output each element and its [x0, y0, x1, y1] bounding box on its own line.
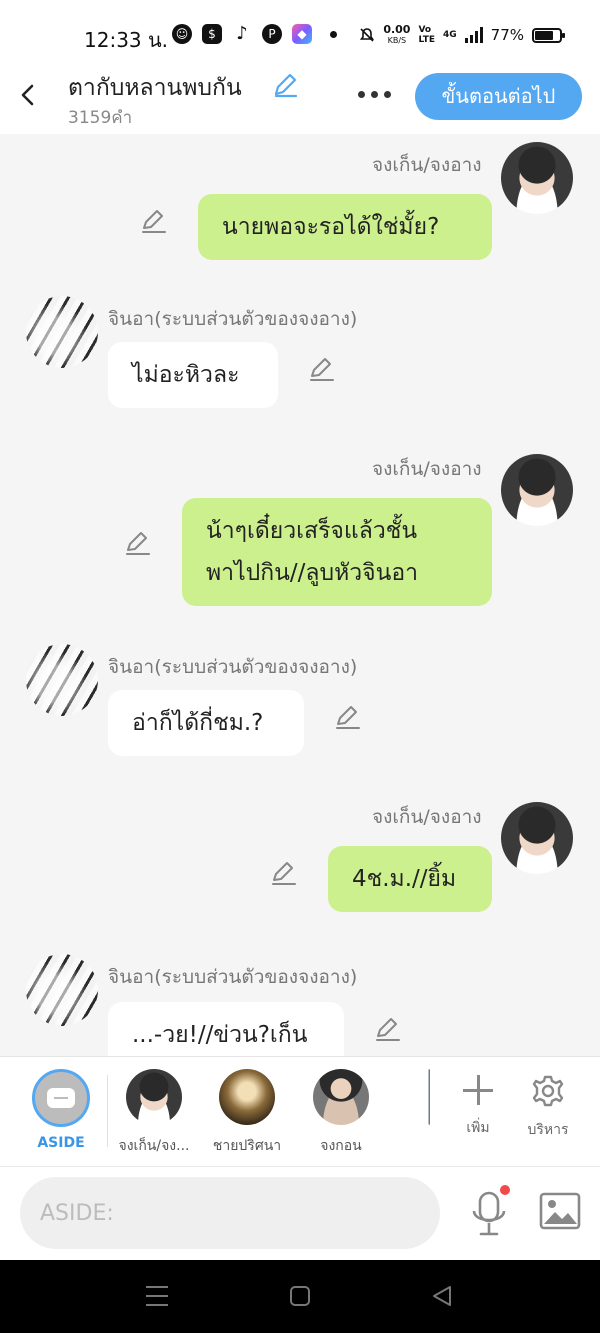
aside-chat-icon	[47, 1088, 75, 1108]
message-text: อ่าก็ได้กี่ชม.?	[132, 710, 264, 736]
sender-name: จินอา(ระบบส่วนตัวของจงอาง)	[108, 966, 358, 988]
character-item[interactable]: จงกอน	[313, 1069, 369, 1154]
more-options-icon[interactable]	[354, 82, 394, 106]
system-nav-bar	[0, 1260, 600, 1333]
edit-title-pencil-icon[interactable]	[270, 70, 300, 100]
battery-icon	[532, 27, 565, 43]
shopee-icon: $	[202, 24, 222, 44]
volte-indicator: Vo LTE	[418, 25, 435, 45]
line-app-icon: ☺	[172, 24, 192, 44]
message-bubble[interactable]: ไม่อะหิวละ	[108, 342, 278, 408]
message-bubble[interactable]: นายพอจะรอได้ใช่มั้ย?	[198, 194, 492, 260]
tiktok-icon: ♪	[232, 24, 252, 44]
microphone-icon[interactable]	[466, 1189, 512, 1239]
image-upload-icon[interactable]	[538, 1191, 582, 1231]
message-bubble[interactable]: ...-วย!//ข่วน?เก็น	[108, 1002, 344, 1056]
recent-apps-icon[interactable]	[146, 1286, 168, 1306]
aside-label: ASIDE	[37, 1135, 85, 1151]
sender-name: จงเก็น/จงอาง	[372, 806, 482, 828]
character-avatar	[126, 1069, 182, 1125]
notification-icons: ☺ $ ♪ P ◆	[172, 24, 337, 44]
next-step-button[interactable]: ขั้นตอนต่อไป	[415, 73, 582, 120]
message-text: นายพอจะรอได้ใช่มั้ย?	[222, 214, 440, 240]
edit-message-pencil-icon[interactable]	[124, 530, 152, 558]
character-label: จงเก็น/จง...	[118, 1138, 190, 1154]
home-icon[interactable]	[290, 1286, 310, 1306]
aside-character-button[interactable]	[32, 1069, 90, 1127]
message-text: ...-วย!//ข่วน?เก็น	[132, 1022, 308, 1048]
character-item[interactable]: จุ	[406, 1069, 430, 1125]
more-notifications-dot-icon	[330, 30, 337, 38]
edit-message-pencil-icon[interactable]	[374, 1016, 402, 1044]
message-bubble[interactable]: น้าๆเดี๋ยวเสร็จแล้วชั้นพาไปกิน//ลูบหัวจิ…	[182, 498, 492, 606]
chat-message: จินอา(ระบบส่วนตัวของจงอาง) อ่าก็ได้กี่ชม.…	[0, 644, 600, 824]
network-type: 4G	[443, 30, 457, 40]
word-count: 3159คำ	[68, 108, 133, 128]
system-status: 0.00 KB/S Vo LTE 4G 77%	[359, 23, 565, 46]
sender-name: จินอา(ระบบส่วนตัวของจงอาง)	[108, 656, 358, 678]
edit-message-pencil-icon[interactable]	[140, 208, 168, 236]
chat-message: จงเก็น/จงอางน้าๆเดี๋ยวเสร็จแล้วชั้นพาไปก…	[0, 454, 600, 634]
aside-text-input[interactable]	[20, 1177, 440, 1249]
sender-avatar[interactable]	[501, 802, 573, 874]
chat-message: จินอา(ระบบส่วนตัวของจงอาง) ...-วย!//ข่วน?…	[0, 954, 600, 1056]
add-character-button[interactable]: เพิ่ม	[448, 1073, 508, 1139]
mute-icon	[360, 28, 375, 42]
sender-name: จินอา(ระบบส่วนตัวของจงอาง)	[108, 308, 358, 330]
battery-percent: 77%	[490, 26, 524, 44]
message-text: ไม่อะหิวละ	[132, 362, 240, 388]
sender-avatar[interactable]	[501, 142, 573, 214]
message-bubble[interactable]: อ่าก็ได้กี่ชม.?	[108, 690, 304, 756]
sender-avatar[interactable]	[26, 644, 98, 716]
back-arrow-icon[interactable]	[14, 80, 44, 110]
sender-avatar[interactable]	[501, 454, 573, 526]
recording-badge-dot	[500, 1185, 510, 1195]
character-label: ชายปริศนา	[212, 1138, 282, 1154]
chat-area[interactable]: จงเก็น/จงอาง นายพอจะรอได้ใช่มั้ย? จินอา(ระ…	[0, 134, 600, 1056]
message-text: น้าๆเดี๋ยวเสร็จแล้วชั้น	[206, 518, 418, 544]
sender-avatar[interactable]	[26, 296, 98, 368]
edit-message-pencil-icon[interactable]	[334, 704, 362, 732]
edit-message-pencil-icon[interactable]	[270, 860, 298, 888]
manage-label: บริหาร	[527, 1122, 569, 1138]
sender-name: จงเก็น/จงอาง	[372, 154, 482, 176]
gear-icon	[532, 1075, 564, 1107]
character-label: จงกอน	[320, 1138, 362, 1154]
character-avatar	[406, 1069, 430, 1125]
story-header: ตากับหลานพบกัน 3159คำ ขั้นตอนต่อไป	[0, 60, 600, 134]
character-item[interactable]: ชายปริศนา	[213, 1069, 281, 1154]
chat-message: จินอา(ระบบส่วนตัวของจงอาง) ไม่อะหิวละ	[0, 296, 600, 476]
signal-icon	[464, 27, 483, 43]
status-time: 12:33 น.	[84, 28, 169, 52]
pinterest-icon: P	[262, 24, 282, 44]
message-text: พาไปกิน//ลูบหัวจินอา	[206, 560, 419, 586]
sender-name: จงเก็น/จงอาง	[372, 458, 482, 480]
back-triangle-icon[interactable]	[430, 1284, 454, 1308]
plus-icon	[461, 1073, 495, 1107]
chat-message: จงเก็น/จงอางนายพอจะรอได้ใช่มั้ย?	[0, 142, 600, 322]
story-title: ตากับหลานพบกัน	[68, 75, 242, 101]
input-bar	[0, 1166, 600, 1260]
app-store-icon: ◆	[292, 24, 312, 44]
message-bubble[interactable]: 4ช.ม.//ยิ้ม	[328, 846, 492, 912]
character-avatar	[313, 1069, 369, 1125]
edit-message-pencil-icon[interactable]	[308, 356, 336, 384]
add-label: เพิ่ม	[466, 1120, 490, 1136]
network-speed: 0.00 KB/S	[383, 23, 411, 45]
character-bar: ASIDE จงเก็น/จง... ชายปริศนา จงกอน จุ เพ…	[0, 1056, 600, 1166]
sender-avatar[interactable]	[26, 954, 98, 1026]
character-item[interactable]: จงเก็น/จง...	[119, 1069, 189, 1154]
character-avatar	[219, 1069, 275, 1125]
message-text: 4ช.ม.//ยิ้ม	[352, 866, 457, 892]
manage-characters-button[interactable]: บริหาร	[518, 1073, 578, 1141]
